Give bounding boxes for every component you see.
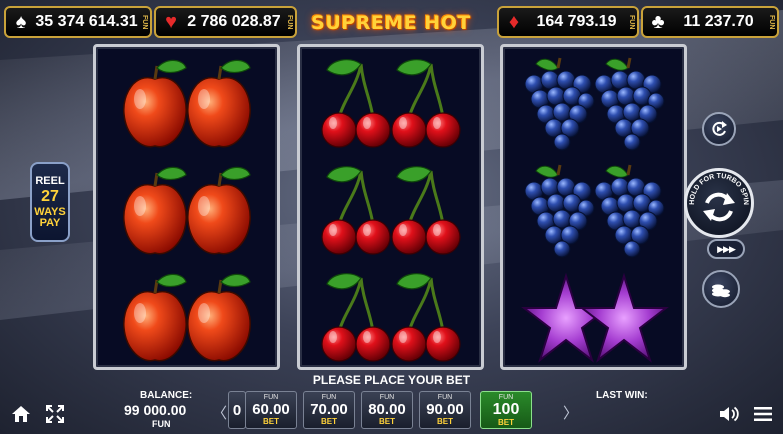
reel-2 bbox=[297, 44, 484, 370]
club-icon: ♣ bbox=[651, 10, 665, 33]
svg-text:HOLD FOR TURBO SPIN: HOLD FOR TURBO SPIN bbox=[689, 173, 749, 205]
symbol-cherry bbox=[300, 155, 481, 263]
apple-icon bbox=[112, 266, 262, 366]
jackpot-value: 164 793.19 bbox=[536, 13, 617, 30]
symbol-star bbox=[503, 262, 684, 370]
symbol-cherry bbox=[300, 48, 481, 156]
bet-currency: FUN bbox=[263, 394, 279, 401]
bet-option[interactable]: FUN 90.00 BET bbox=[419, 391, 471, 429]
bet-option-partial[interactable]: 0 bbox=[228, 391, 246, 429]
balance-value: 99 000.00 bbox=[124, 402, 187, 418]
sound-button[interactable] bbox=[716, 401, 742, 427]
cherry-icon bbox=[311, 266, 471, 366]
spin-button[interactable]: HOLD FOR TURBO SPIN bbox=[684, 168, 754, 238]
speaker-icon bbox=[720, 406, 739, 422]
heart-icon: ♥ bbox=[165, 10, 177, 33]
bet-currency: FUN bbox=[498, 393, 514, 401]
home-icon bbox=[12, 406, 30, 422]
spin-ring: HOLD FOR TURBO SPIN bbox=[689, 173, 749, 205]
reel-3 bbox=[500, 44, 687, 370]
symbol-grape bbox=[503, 155, 684, 263]
grape-icon bbox=[514, 52, 674, 152]
bet-label: BET bbox=[498, 417, 514, 427]
bet-option[interactable]: FUN 80.00 BET bbox=[361, 391, 413, 429]
reel-1 bbox=[93, 44, 280, 370]
bet-amount: 100 bbox=[492, 400, 520, 418]
cherry-icon bbox=[311, 159, 471, 259]
bet-option[interactable]: FUN 70.00 BET bbox=[303, 391, 355, 429]
badge-line: WAYS bbox=[34, 205, 66, 218]
ways-pay-badge: REEL 27 WAYS PAY bbox=[30, 162, 70, 242]
balance-currency: FUN bbox=[152, 419, 171, 429]
symbol-grape bbox=[503, 48, 684, 156]
menu-button[interactable] bbox=[750, 401, 776, 427]
last-win-label: LAST WIN: bbox=[596, 390, 648, 401]
bet-currency: FUN bbox=[437, 394, 453, 401]
symbol-apple bbox=[96, 155, 277, 263]
bet-amount: 80.00 bbox=[368, 401, 406, 418]
jackpot-club: ♣ 11 237.70 FUN bbox=[641, 6, 779, 38]
bet-scroll-left-icon[interactable]: 〈 bbox=[212, 402, 227, 423]
jackpot-currency: FUN bbox=[141, 14, 148, 30]
bet-option-selected[interactable]: FUN 100 BET bbox=[480, 391, 532, 429]
autoplay-button[interactable] bbox=[702, 112, 736, 146]
badge-line: PAY bbox=[39, 216, 61, 229]
jackpot-value: 2 786 028.87 bbox=[187, 13, 281, 30]
apple-icon bbox=[112, 52, 262, 152]
badge-line: REEL bbox=[35, 174, 65, 187]
jackpot-currency: FUN bbox=[286, 14, 293, 30]
symbol-apple bbox=[96, 262, 277, 370]
spade-icon: ♠ bbox=[15, 10, 27, 33]
jackpot-diamond: ♦ 164 793.19 FUN bbox=[497, 6, 639, 38]
bet-label: BET bbox=[321, 417, 337, 426]
jackpot-heart: ♥ 2 786 028.87 FUN bbox=[154, 6, 297, 38]
bet-option[interactable]: FUN 60.00 BET bbox=[245, 391, 297, 429]
hamburger-icon bbox=[754, 407, 772, 421]
coins-icon bbox=[712, 284, 730, 298]
fast-forward-icon: ▶▶▶ bbox=[717, 243, 736, 254]
turbo-button[interactable]: ▶▶▶ bbox=[707, 239, 745, 259]
bet-amount: 70.00 bbox=[310, 401, 348, 418]
bet-amount: 90.00 bbox=[426, 401, 464, 418]
fullscreen-button[interactable] bbox=[42, 401, 68, 427]
symbol-cherry bbox=[300, 262, 481, 370]
fullscreen-icon bbox=[46, 405, 64, 423]
bet-currency: FUN bbox=[321, 394, 337, 401]
diamond-icon: ♦ bbox=[508, 10, 520, 33]
bet-label: BET bbox=[263, 417, 279, 426]
bet-currency: FUN bbox=[379, 394, 395, 401]
jackpot-currency: FUN bbox=[768, 14, 775, 30]
symbol-apple bbox=[96, 48, 277, 156]
game-logo: SUPREME HOT bbox=[311, 12, 471, 34]
jackpot-value: 11 237.70 bbox=[683, 13, 754, 30]
badge-ways-count: 27 bbox=[41, 187, 59, 205]
home-button[interactable] bbox=[8, 401, 34, 427]
star-icon bbox=[514, 266, 674, 366]
bet-label: BET bbox=[437, 417, 453, 426]
cherry-icon bbox=[311, 52, 471, 152]
apple-icon bbox=[112, 159, 262, 259]
autoplay-icon bbox=[712, 121, 727, 136]
bet-amount: 0 bbox=[232, 401, 242, 419]
jackpot-spade: ♠ 35 374 614.31 FUN bbox=[4, 6, 152, 38]
grape-icon bbox=[514, 159, 674, 259]
bet-scroll-right-icon[interactable]: 〉 bbox=[563, 402, 578, 423]
status-message: PLEASE PLACE YOUR BET bbox=[312, 373, 471, 387]
jackpot-value: 35 374 614.31 bbox=[35, 13, 138, 30]
jackpot-currency: FUN bbox=[628, 14, 635, 30]
balance-label: BALANCE: bbox=[140, 390, 193, 401]
bet-stack-button[interactable] bbox=[702, 270, 740, 308]
bet-label: BET bbox=[379, 417, 395, 426]
bet-amount: 60.00 bbox=[252, 401, 290, 418]
